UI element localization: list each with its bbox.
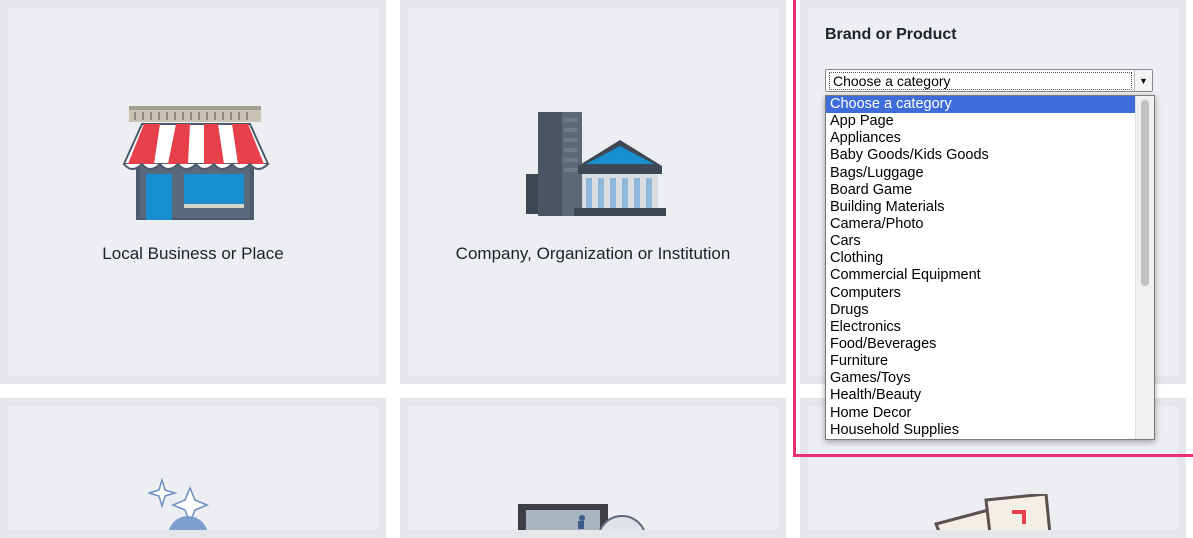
storefront-icon — [122, 106, 270, 220]
category-option[interactable]: Drugs — [826, 302, 1136, 319]
category-option[interactable]: Appliances — [826, 130, 1136, 147]
category-option[interactable]: Health/Beauty — [826, 387, 1136, 404]
scrollbar-thumb[interactable] — [1141, 100, 1149, 286]
category-dropdown-list[interactable]: Choose a category App Page Appliances Baby … — [825, 95, 1155, 440]
brand-product-title: Brand or Product — [825, 26, 957, 43]
tile-entertainment[interactable] — [400, 398, 786, 538]
category-option[interactable]: Home Decor — [826, 405, 1136, 422]
category-option[interactable]: Computers — [826, 285, 1136, 302]
category-option[interactable]: Bags/Luggage — [826, 165, 1136, 182]
category-option[interactable]: Commercial Equipment — [826, 267, 1136, 284]
sparkle-moon-icon — [148, 478, 209, 530]
tile-company-organization[interactable]: Company, Organization or Institution — [400, 0, 786, 384]
greeting-cards-icon — [933, 494, 1052, 530]
category-option[interactable]: Games/Toys — [826, 370, 1136, 387]
category-option[interactable]: Board Game — [826, 182, 1136, 199]
category-option[interactable]: Choose a category — [826, 96, 1136, 114]
category-option[interactable]: Household Supplies — [826, 422, 1136, 439]
chevron-down-icon[interactable]: ▼ — [1134, 70, 1152, 91]
category-option[interactable]: Cars — [826, 233, 1136, 250]
category-select[interactable]: Choose a category ▼ — [825, 69, 1153, 92]
tile-label: Local Business or Place — [102, 244, 284, 263]
institution-building-icon — [526, 112, 666, 216]
category-option[interactable]: Baby Goods/Kids Goods — [826, 147, 1136, 164]
category-option[interactable]: Camera/Photo — [826, 216, 1136, 233]
category-option[interactable]: Food/Beverages — [826, 336, 1136, 353]
dropdown-scrollbar[interactable] — [1135, 96, 1154, 439]
category-option[interactable]: App Page — [826, 113, 1136, 130]
category-select-value: Choose a category — [829, 72, 1132, 90]
tile-artist-band[interactable] — [0, 398, 386, 538]
category-option[interactable]: Furniture — [826, 353, 1136, 370]
category-option[interactable]: Electronics — [826, 319, 1136, 336]
category-option[interactable]: Clothing — [826, 250, 1136, 267]
tile-label: Company, Organization or Institution — [455, 244, 731, 263]
video-screen-icon — [518, 504, 645, 530]
tile-local-business[interactable]: Local Business or Place — [0, 0, 386, 384]
category-option[interactable]: Building Materials — [826, 199, 1136, 216]
category-options: Choose a category App Page Appliances Baby … — [826, 96, 1136, 439]
